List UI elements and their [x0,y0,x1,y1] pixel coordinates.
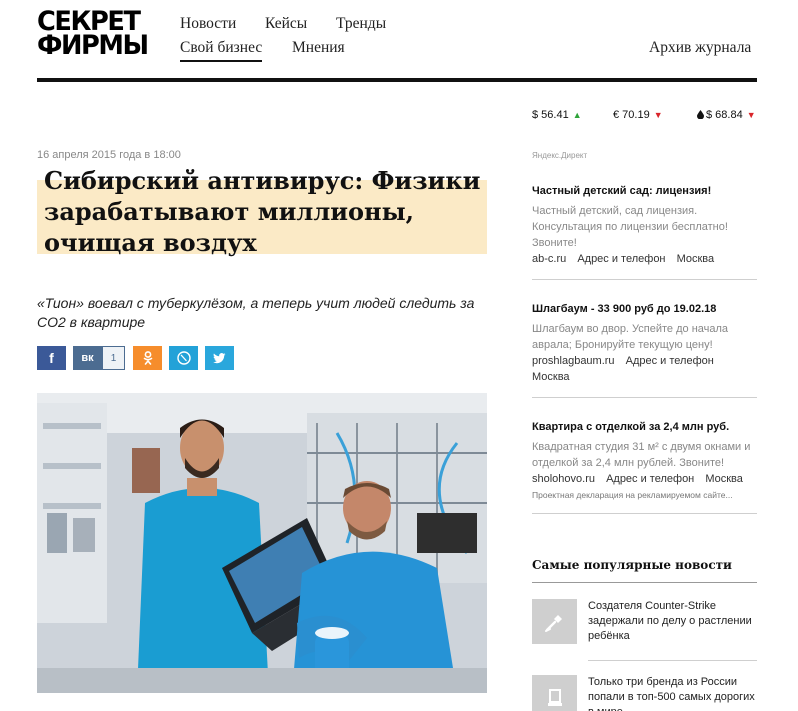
ad-region: Москва [532,371,570,383]
share-odnoklassniki-button[interactable] [133,346,162,370]
ad-divider [532,279,757,280]
vk-share-count: 1 [102,346,125,370]
logo-line-2: ФИРМЫ [37,30,149,61]
news-thumbnail[interactable] [532,675,577,711]
drop-icon [697,110,704,120]
arrow-up-icon: ▲ [572,110,582,120]
odnoklassniki-icon [143,351,152,365]
popular-news-item[interactable]: Только три бренда из России попали в топ… [532,675,757,711]
ad-domain-link[interactable]: proshlagbaum.ru [532,355,615,367]
nav-link-opinions[interactable]: Мнения [292,39,345,57]
arrow-down-icon: ▼ [746,110,756,120]
ad-text: Частный детский, сад лицензия. Консульта… [532,205,728,249]
ad-disclaimer: Проектная декларация на рекламируемом са… [532,490,733,500]
popular-news-title: Самые популярные новости [532,558,732,572]
yandex-direct-label: Яндекс.Директ [532,151,588,160]
ad-block[interactable]: Частный детский сад: лицензия! Частный д… [532,184,757,267]
ad-contacts-link[interactable]: Адрес и телефон [626,355,714,367]
popular-news-separator [588,660,757,661]
share-vk-button[interactable]: вк [73,346,102,370]
lab-photo-illustration [37,393,487,693]
ad-title[interactable]: Частный детский сад: лицензия! [532,184,757,198]
article-photo [37,393,487,693]
shovel-icon [544,614,562,632]
site-logo[interactable]: СЕКРЕТ ФИРМЫ [37,8,151,61]
ad-links: sholohovo.ru Адрес и телефон Москва [532,471,757,487]
article-lead: «Тион» воевал с туберкулёзом, а теперь у… [37,295,475,330]
article-date: 16 апреля 2015 года в 18:00 [37,149,181,161]
currency-oil-value: $ 68.84 [706,109,743,121]
share-facebook-button[interactable]: f [37,346,66,370]
nav-link-trends[interactable]: Тренды [336,15,386,33]
ad-links: proshlagbaum.ru Адрес и телефон Москва [532,353,757,385]
nav-link-archive[interactable]: Архив журнала [649,39,751,57]
popular-news-item[interactable]: Создателя Counter-Strike задержали по де… [532,599,757,647]
ad-contacts-link[interactable]: Адрес и телефон [606,473,694,485]
share-livejournal-button[interactable] [169,346,198,370]
livejournal-icon [176,351,191,365]
vk-icon: вк [81,352,94,364]
ad-links: ab-c.ru Адрес и телефон Москва [532,251,757,267]
ad-domain-link[interactable]: sholohovo.ru [532,473,595,485]
ad-block[interactable]: Квартира с отделкой за 2,4 млн руб. Квад… [532,420,757,500]
ad-region: Москва [676,253,715,265]
ad-title[interactable]: Шлагбаум - 33 900 руб до 19.02.18 [532,302,757,316]
news-thumbnail[interactable] [532,599,577,644]
currency-oil: $ 68.84 ▼ [697,109,756,121]
twitter-icon [213,352,226,363]
ad-title[interactable]: Квартира с отделкой за 2,4 млн руб. [532,420,757,434]
currency-eur: € 70.19 ▼ [613,109,663,121]
share-twitter-button[interactable] [205,346,234,370]
currency-usd: $ 56.41 ▲ [532,109,582,121]
ad-text: Квадратная студия 31 м² с двумя окнами и… [532,441,751,469]
nav-link-news[interactable]: Новости [180,15,236,33]
ad-divider [532,513,757,514]
popular-news-headline[interactable]: Только три бренда из России попали в топ… [588,675,758,711]
article-title: Сибирский антивирус: Физики зарабатывают… [44,166,481,257]
currency-eur-value: € 70.19 [613,109,650,121]
ad-contacts-link[interactable]: Адрес и телефон [577,253,665,265]
nav-link-cases[interactable]: Кейсы [265,15,307,33]
trophy-icon [547,688,562,706]
currency-usd-value: $ 56.41 [532,109,569,121]
ad-domain-link[interactable]: ab-c.ru [532,253,566,265]
ad-text: Шлагбаум во двор. Успейте до начала авра… [532,323,729,351]
header-divider [37,78,757,82]
arrow-down-icon: ▼ [653,110,663,120]
popular-news-headline[interactable]: Создателя Counter-Strike задержали по де… [588,599,758,644]
nav-link-own-business[interactable]: Свой бизнес [180,39,263,62]
ad-region: Москва [705,473,743,485]
ad-divider [532,397,757,398]
popular-news-divider [532,582,757,583]
ad-block[interactable]: Шлагбаум - 33 900 руб до 19.02.18 Шлагба… [532,302,757,385]
facebook-icon: f [49,350,54,366]
